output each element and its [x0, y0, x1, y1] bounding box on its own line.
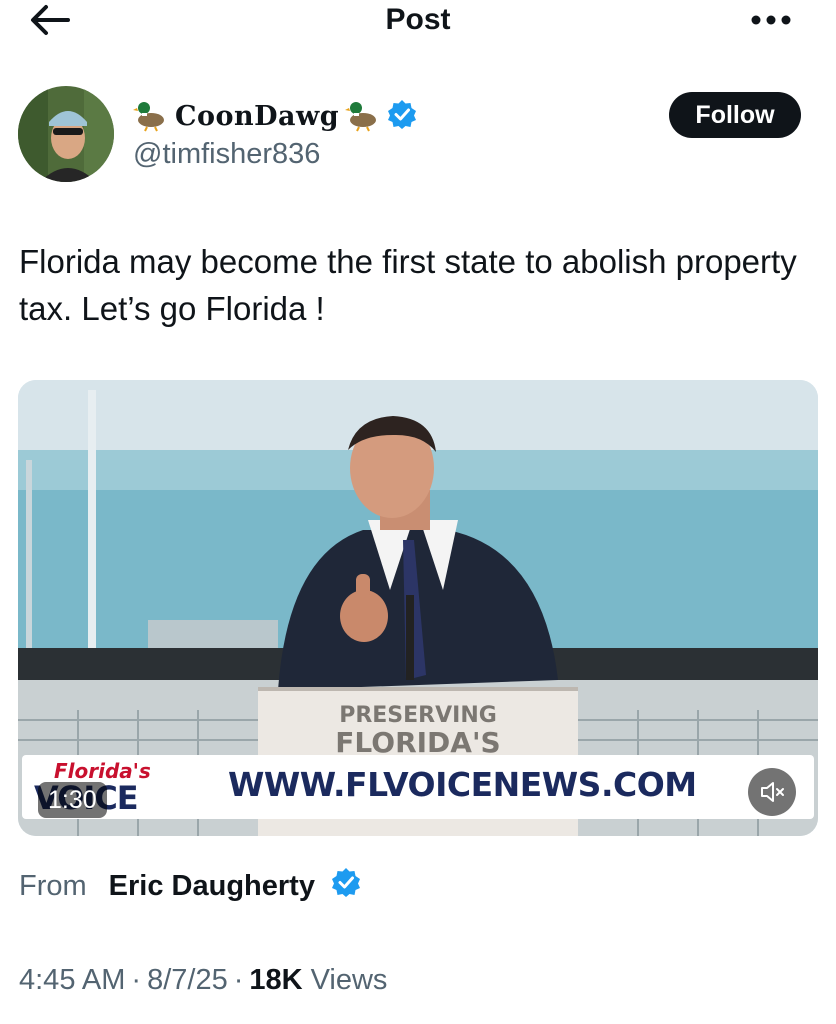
- post-text: Florida may become the first state to ab…: [19, 243, 797, 327]
- meta-separator: ·: [233, 963, 244, 996]
- duck-icon: [345, 96, 381, 137]
- views-label: Views: [310, 963, 388, 996]
- volume-muted-icon: [761, 782, 784, 802]
- video-duration: 1:30: [38, 782, 107, 818]
- follow-button[interactable]: Follow: [669, 92, 801, 138]
- verified-badge-icon: [331, 867, 361, 905]
- views-count: 18K: [249, 963, 303, 996]
- avatar[interactable]: [18, 86, 114, 182]
- page-title: Post: [385, 3, 451, 36]
- from-label: From: [19, 869, 87, 902]
- mute-button[interactable]: [748, 768, 796, 816]
- author-name-row[interactable]: CoonDawg: [133, 96, 417, 136]
- duck-icon: [133, 96, 169, 137]
- video-attribution: From Eric Daugherty: [19, 866, 361, 906]
- verified-badge-icon: [387, 99, 417, 134]
- post-date[interactable]: 8/7/25: [147, 964, 228, 997]
- video-player[interactable]: PRESERVING FLORIDA'S Florida's VOICE WWW…: [18, 380, 818, 836]
- more-options-button[interactable]: [748, 8, 794, 32]
- attribution-name[interactable]: Eric Daugherty: [109, 870, 315, 903]
- podium-line-1: PRESERVING: [339, 703, 497, 728]
- avatar-image: [18, 86, 114, 182]
- author-display-name: CoonDawg: [175, 100, 340, 132]
- author-handle[interactable]: @timfisher836: [133, 138, 320, 171]
- meta-separator: ·: [131, 963, 142, 996]
- news-banner: Florida's VOICE WWW.FLVOICENEWS.COM: [22, 755, 814, 819]
- post-time[interactable]: 4:45 AM: [19, 964, 125, 997]
- more-horizontal-icon: [751, 15, 791, 25]
- post-meta: 4:45 AM · 8/7/25 · 18K Views: [19, 960, 387, 1000]
- banner-url: WWW.FLVOICENEWS.COM: [228, 765, 697, 804]
- top-bar: Post: [0, 0, 836, 44]
